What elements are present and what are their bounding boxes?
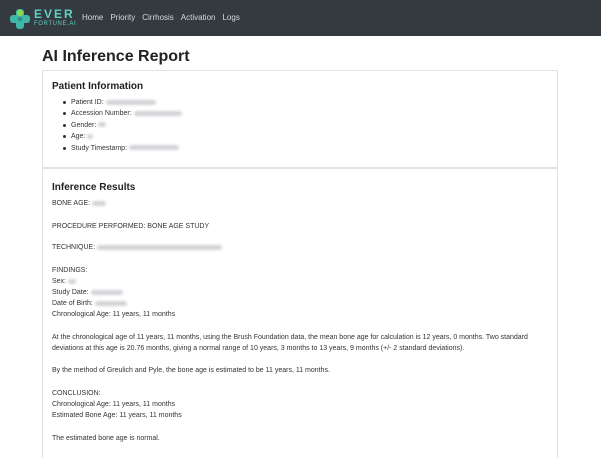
gender-label: Gender: [71, 121, 97, 129]
dob-redacted [94, 300, 127, 306]
study-timestamp-label: Study Timestamp: [71, 144, 128, 152]
study-date-line: Study Date: [52, 288, 123, 298]
age-redacted [87, 133, 94, 139]
findings-label: FINDINGS: [52, 267, 88, 274]
nav-links: Home Priority Cirrhosis Activation Logs [82, 12, 247, 24]
nav-cirrhosis[interactable]: Cirrhosis [142, 12, 174, 24]
conclusion-label: CONCLUSION: [52, 390, 101, 397]
patient-info-list: Patient ID: Accession Number: Gender: Ag… [63, 97, 182, 154]
nav-activation[interactable]: Activation [181, 12, 216, 24]
study-timestamp-redacted [129, 145, 180, 151]
brand-logo[interactable]: EVER FORTUNE.AI [8, 5, 76, 31]
gender-redacted [98, 122, 107, 128]
patient-id-item: Patient ID: [63, 97, 182, 108]
sex-redacted [68, 278, 77, 284]
accession-number-redacted [133, 111, 182, 117]
patient-info-card: Patient Information Patient ID: Accessio… [42, 70, 558, 168]
gender-item: Gender: [63, 120, 182, 131]
sex-line: Sex: [52, 277, 77, 287]
sex-label: Sex: [52, 278, 67, 285]
patient-id-label: Patient ID: [71, 99, 104, 106]
dob-label: Date of Birth: [52, 300, 93, 307]
top-navbar: EVER FORTUNE.AI Home Priority Cirrhosis … [0, 0, 601, 36]
technique-line: TECHNIQUE: [52, 243, 223, 253]
chronological-age-line: Chronological Age: 11 years, 11 months [52, 311, 176, 318]
summary-line: The estimated bone age is normal. [52, 435, 160, 442]
age-item: Age: [63, 131, 182, 142]
conclusion-bone-age: Estimated Bone Age: 11 years, 11 months [52, 412, 182, 419]
study-date-label: Study Date: [52, 289, 89, 296]
accession-number-item: Accession Number: [63, 108, 182, 119]
inference-results-heading: Inference Results [52, 182, 136, 193]
study-timestamp-item: Study Timestamp: [63, 143, 182, 154]
accession-number-label: Accession Number: [71, 110, 132, 118]
brand-tagline: FORTUNE.AI [34, 21, 77, 27]
technique-label: TECHNIQUE: [52, 244, 96, 251]
page-title: AI Inference Report [42, 48, 190, 65]
dob-line: Date of Birth: [52, 299, 127, 309]
nav-priority[interactable]: Priority [110, 12, 135, 24]
study-date-redacted [90, 289, 123, 295]
nav-home[interactable]: Home [82, 12, 103, 24]
age-label: Age: [71, 133, 86, 141]
greulich-pyle-line: By the method of Greulich and Pyle, the … [52, 367, 330, 374]
brand-name: EVER [34, 7, 75, 21]
conclusion-chronological-age: Chronological Age: 11 years, 11 months [52, 401, 176, 408]
bone-age-redacted [92, 200, 107, 206]
bone-age-label: BONE AGE: [52, 200, 91, 207]
patient-id-redacted [105, 99, 156, 105]
standard-deviation-paragraph: At the chronological age of 11 years, 11… [52, 334, 528, 352]
technique-redacted [97, 244, 223, 250]
ever-fortune-logo-icon [10, 9, 30, 29]
nav-logs[interactable]: Logs [222, 12, 239, 24]
patient-info-heading: Patient Information [52, 81, 144, 92]
bone-age-line: BONE AGE: [52, 199, 107, 209]
inference-results-card: Inference Results BONE AGE: PROCEDURE PE… [42, 168, 558, 458]
procedure-line: PROCEDURE PERFORMED: BONE AGE STUDY [52, 223, 210, 230]
